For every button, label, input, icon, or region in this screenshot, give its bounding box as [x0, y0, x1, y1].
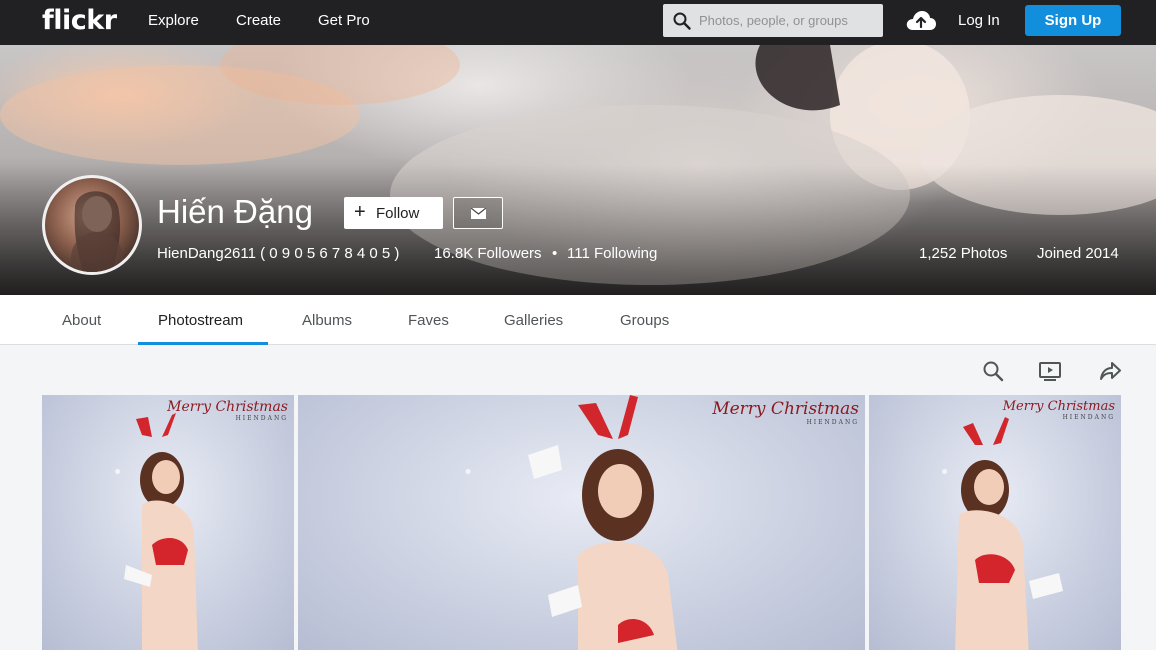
flickr-logo[interactable]: flickr	[42, 5, 117, 36]
photo-image	[528, 395, 678, 650]
photo-image	[955, 417, 1063, 650]
photo-caption-sub: HIENDANG	[806, 419, 859, 426]
photo-caption: Merry Christmas HIENDANG	[167, 399, 288, 422]
photo-caption-sub: HIENDANG	[1062, 414, 1115, 421]
following-link[interactable]: 111 Following	[567, 245, 657, 262]
profile-cover: Hiến Đặng + Follow HienDang2611 ( 0 9 0 …	[0, 45, 1156, 295]
tab-galleries[interactable]: Galleries	[504, 312, 563, 329]
top-navbar: flickr Explore Create Get Pro Log In Sig…	[0, 0, 1156, 45]
tab-photostream[interactable]: Photostream	[158, 312, 243, 329]
photo-caption-text: Merry Christmas	[712, 399, 859, 419]
search-icon[interactable]	[673, 12, 691, 30]
nav-create[interactable]: Create	[236, 12, 281, 29]
photo-caption-sub: HIENDANG	[235, 415, 288, 422]
photo-caption-text: Merry Christmas	[167, 399, 288, 415]
upload-cloud-icon[interactable]	[905, 8, 937, 32]
search-box	[663, 4, 883, 37]
followers-link[interactable]: 16.8K Followers	[434, 245, 542, 262]
avatar-image	[71, 191, 123, 272]
follow-label: Follow	[376, 205, 420, 222]
search-icon[interactable]	[982, 360, 1004, 382]
tab-faves[interactable]: Faves	[408, 312, 449, 329]
tab-groups[interactable]: Groups	[620, 312, 669, 329]
plus-icon: +	[354, 201, 366, 223]
photo-tile[interactable]: Merry Christmas HIENDANG	[298, 395, 865, 650]
active-tab-indicator	[138, 342, 268, 345]
photo-tile[interactable]: Merry Christmas HIENDANG	[869, 395, 1121, 650]
photo-image	[124, 413, 198, 650]
joined-date: Joined 2014	[1037, 245, 1119, 262]
nav-get-pro[interactable]: Get Pro	[318, 12, 370, 29]
photo-caption: Merry Christmas HIENDANG	[1003, 399, 1115, 421]
mail-icon	[471, 208, 486, 219]
photo-count: 1,252 Photos	[919, 245, 1008, 262]
signup-button[interactable]: Sign Up	[1025, 5, 1121, 36]
profile-username: HienDang2611 ( 0 9 0 5 6 7 8 4 0 5 )	[157, 245, 400, 262]
photo-tile[interactable]: Merry Christmas HIENDANG	[42, 395, 294, 650]
photo-caption: Merry Christmas HIENDANG	[712, 399, 859, 426]
follow-button[interactable]: + Follow	[344, 197, 443, 229]
share-icon[interactable]	[1099, 360, 1121, 382]
nav-explore[interactable]: Explore	[148, 12, 199, 29]
avatar[interactable]	[42, 175, 142, 275]
tab-about[interactable]: About	[62, 312, 101, 329]
photo-caption-text: Merry Christmas	[1002, 399, 1115, 414]
slideshow-icon[interactable]	[1039, 360, 1061, 382]
tab-albums[interactable]: Albums	[302, 312, 352, 329]
search-input[interactable]	[699, 10, 874, 31]
profile-name: Hiến Đặng	[157, 193, 313, 230]
meta-separator: •	[552, 245, 558, 262]
message-button[interactable]	[453, 197, 503, 229]
login-link[interactable]: Log In	[958, 12, 1000, 29]
profile-tabs: About Photostream Albums Faves Galleries…	[0, 295, 1156, 345]
